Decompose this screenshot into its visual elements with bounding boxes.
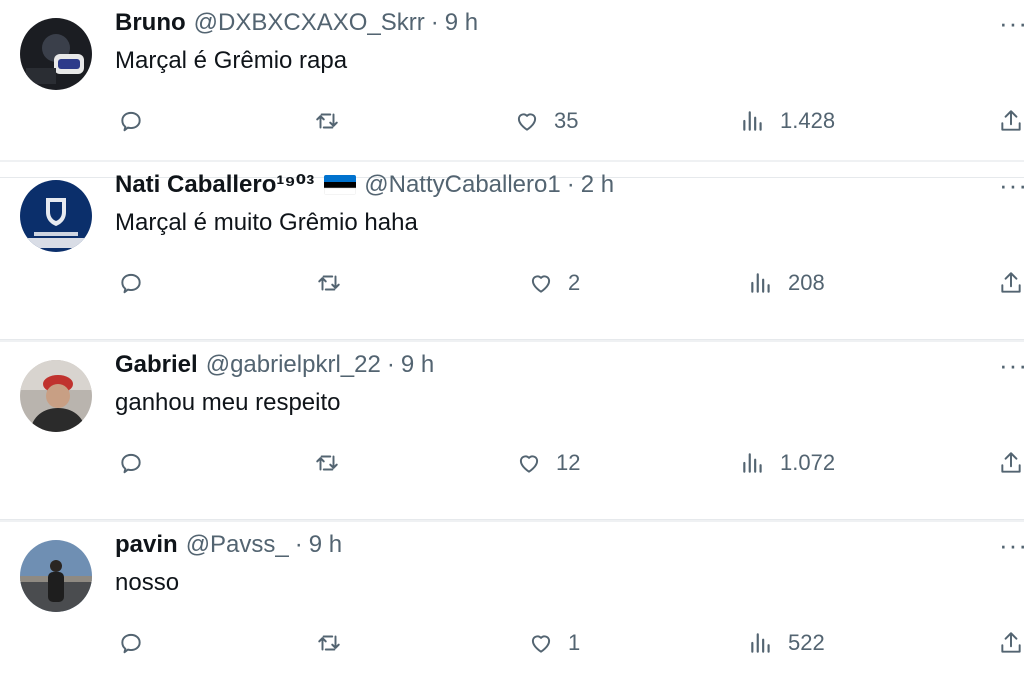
like-icon <box>517 113 537 131</box>
reply-button[interactable] <box>118 106 144 136</box>
timestamp[interactable]: 2 h <box>581 170 614 200</box>
reply-text: ganhou meu respeito <box>115 389 341 416</box>
like-icon <box>531 275 551 293</box>
user-handle[interactable]: @Pavss_ <box>186 530 289 560</box>
user-handle[interactable]: @NattyCaballero1 <box>364 170 560 200</box>
reply-icon <box>121 273 141 294</box>
avatar-gabriel-icon <box>20 360 92 432</box>
like-button[interactable]: 35 <box>514 106 578 136</box>
like-count: 35 <box>554 108 579 133</box>
share-button[interactable] <box>998 448 1024 478</box>
retweet-icon <box>316 455 338 471</box>
like-button[interactable]: 2 <box>528 268 580 298</box>
views-icon <box>751 273 770 293</box>
reply-button[interactable] <box>118 268 144 298</box>
retweet-icon <box>318 635 340 651</box>
timestamp[interactable]: 9 h <box>309 530 342 560</box>
avatar[interactable] <box>20 18 92 90</box>
view-count: 522 <box>788 630 825 655</box>
like-button[interactable]: 12 <box>516 448 580 478</box>
reply-text: Marçal é Grêmio rapa <box>115 47 348 74</box>
retweet-button[interactable] <box>316 268 342 298</box>
reply-pavin[interactable]: pavin @Pavss_ · 9 h ··· nosso 1 522 <box>0 520 1024 700</box>
reply-nati[interactable]: Nati Caballero¹⁹⁰³ @NattyCaballero1 · 2 … <box>0 160 1024 340</box>
timestamp[interactable]: 9 h <box>445 8 478 38</box>
more-icon[interactable]: ··· <box>999 8 1024 39</box>
like-icon <box>531 635 551 653</box>
avatar-pavin-icon <box>20 540 92 612</box>
reply-button[interactable] <box>118 628 144 658</box>
separator: · <box>430 9 439 36</box>
user-handle[interactable]: @gabrielpkrl_22 <box>206 350 381 380</box>
retweet-button[interactable] <box>314 106 340 136</box>
reply-icon <box>121 633 141 654</box>
reply-header: Nati Caballero¹⁹⁰³ @NattyCaballero1 · 2 … <box>115 170 614 200</box>
action-bar: 35 1.428 <box>0 106 1024 136</box>
reply-icon <box>121 453 141 474</box>
reply-header: Bruno @DXBXCXAXO_Skrr · 9 h <box>115 8 478 38</box>
reply-gabriel[interactable]: Gabriel @gabrielpkrl_22 · 9 h ··· ganhou… <box>0 340 1024 520</box>
views-icon <box>743 453 762 473</box>
action-bar: 12 1.072 <box>0 448 1024 478</box>
retweet-icon <box>316 113 338 129</box>
views-button[interactable]: 1.428 <box>740 106 835 136</box>
user-handle[interactable]: @DXBXCXAXO_Skrr <box>194 8 425 38</box>
separator: · <box>566 171 575 198</box>
retweet-button[interactable] <box>314 448 340 478</box>
retweet-icon <box>318 275 340 291</box>
views-button[interactable]: 208 <box>748 268 825 298</box>
more-icon[interactable]: ··· <box>999 350 1024 381</box>
reply-header: Gabriel @gabrielpkrl_22 · 9 h <box>115 350 434 380</box>
share-button[interactable] <box>998 268 1024 298</box>
display-name[interactable]: Nati Caballero¹⁹⁰³ <box>115 170 314 200</box>
views-icon <box>743 111 762 131</box>
views-icon <box>751 633 770 653</box>
like-button[interactable]: 1 <box>528 628 580 658</box>
reply-text: nosso <box>115 569 180 596</box>
like-count: 12 <box>556 450 581 475</box>
share-icon <box>1001 110 1021 131</box>
like-icon <box>519 455 539 473</box>
view-count: 1.072 <box>780 450 836 475</box>
avatar-crest-icon <box>20 180 92 252</box>
view-count: 208 <box>788 270 825 295</box>
views-button[interactable]: 522 <box>748 628 825 658</box>
share-button[interactable] <box>998 628 1024 658</box>
separator: · <box>386 351 395 378</box>
reply-text: Marçal é muito Grêmio haha <box>115 209 418 236</box>
more-icon[interactable]: ··· <box>999 170 1024 201</box>
display-name[interactable]: Bruno <box>115 8 186 38</box>
views-button[interactable]: 1.072 <box>740 448 835 478</box>
retweet-button[interactable] <box>316 628 342 658</box>
share-icon <box>1001 452 1021 473</box>
avatar[interactable] <box>20 180 92 252</box>
reply-button[interactable] <box>118 448 144 478</box>
reply-bruno[interactable]: Bruno @DXBXCXAXO_Skrr · 9 h ··· Marçal é… <box>0 0 1024 178</box>
avatar-bruno-icon <box>20 18 92 90</box>
avatar[interactable] <box>20 540 92 612</box>
more-icon[interactable]: ··· <box>999 530 1024 561</box>
replies-feed: Bruno @DXBXCXAXO_Skrr · 9 h ··· Marçal é… <box>0 0 1024 675</box>
avatar[interactable] <box>20 360 92 432</box>
separator: · <box>294 531 303 558</box>
share-icon <box>1001 632 1021 653</box>
like-count: 2 <box>568 270 581 295</box>
like-count: 1 <box>568 630 581 655</box>
reply-header: pavin @Pavss_ · 9 h <box>115 530 342 560</box>
share-button[interactable] <box>998 106 1024 136</box>
display-name[interactable]: pavin <box>115 530 178 560</box>
action-bar: 2 208 <box>0 268 1024 298</box>
estonia-flag-icon <box>324 175 357 195</box>
display-name[interactable]: Gabriel <box>115 350 198 380</box>
timestamp[interactable]: 9 h <box>401 350 434 380</box>
share-icon <box>1001 272 1021 293</box>
reply-icon <box>121 111 141 132</box>
action-bar: 1 522 <box>0 628 1024 658</box>
view-count: 1.428 <box>780 108 836 133</box>
